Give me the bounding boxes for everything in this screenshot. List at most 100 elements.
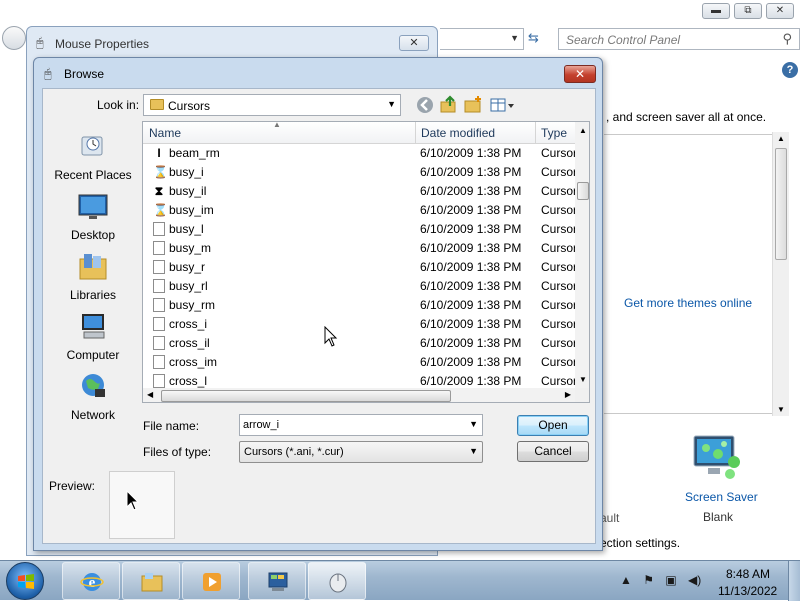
back-button[interactable] (2, 26, 26, 50)
place-recent-places[interactable]: Recent Places (47, 131, 139, 182)
screen-saver-link[interactable]: Screen Saver (685, 490, 758, 504)
file-row[interactable]: cross_i 6/10/2009 1:38 PM Cursor (143, 315, 575, 334)
scroll-up-icon[interactable]: ▲ (579, 126, 587, 135)
scroll-left-icon[interactable]: ◀ (147, 390, 153, 399)
place-network[interactable]: Network (47, 371, 139, 422)
file-name-input[interactable] (240, 415, 466, 435)
chevron-down-icon[interactable]: ▼ (469, 446, 478, 456)
place-libraries[interactable]: Libraries (47, 251, 139, 302)
file-name: cross_i (169, 317, 208, 331)
column-divider[interactable] (535, 122, 536, 144)
mouse-properties-close-button[interactable]: ✕ (399, 35, 429, 51)
taskbar-media-player[interactable] (182, 562, 240, 600)
minimize-button[interactable]: ▬ (702, 3, 730, 19)
file-name: busy_rl (169, 279, 208, 293)
mouse-icon: 🖰 (44, 66, 52, 81)
look-in-label: Look in: (97, 98, 140, 112)
action-center-icon[interactable]: ⚑ (643, 573, 654, 587)
chevron-down-icon[interactable]: ▼ (387, 99, 396, 109)
file-row[interactable]: ⌛ busy_i 6/10/2009 1:38 PM Cursor (143, 163, 575, 182)
files-of-type-select[interactable]: Cursors (*.ani, *.cur) ▼ (239, 441, 483, 463)
file-row[interactable]: Ibeam_rm 6/10/2009 1:38 PM Cursor (143, 144, 575, 163)
file-row[interactable]: busy_rm 6/10/2009 1:38 PM Cursor (143, 296, 575, 315)
taskbar-internet-explorer[interactable]: e (62, 562, 120, 600)
address-bar[interactable]: ▼ (440, 28, 524, 50)
taskbar-control-panel[interactable] (248, 562, 306, 600)
search-input[interactable]: Search Control Panel ⚲ (558, 28, 800, 50)
folder-icon (141, 573, 163, 592)
themes-list[interactable] (604, 134, 772, 414)
scroll-up-icon[interactable]: ▲ (777, 134, 785, 143)
column-date-header[interactable]: Date modified (421, 126, 495, 140)
chevron-down-icon[interactable]: ▼ (469, 419, 478, 429)
new-folder-icon[interactable] (463, 95, 483, 115)
file-type: Cursor (541, 203, 575, 217)
file-date: 6/10/2009 1:38 PM (420, 355, 522, 369)
themes-scrollbar[interactable]: ▲ ▼ (772, 132, 789, 416)
scroll-right-icon[interactable]: ▶ (565, 390, 571, 399)
file-row[interactable]: busy_rl 6/10/2009 1:38 PM Cursor (143, 277, 575, 296)
place-computer[interactable]: Computer (47, 311, 139, 362)
file-row[interactable]: cross_l 6/10/2009 1:38 PM Cursor (143, 372, 575, 388)
back-arrow-icon[interactable] (415, 95, 435, 115)
file-icon (153, 374, 165, 388)
scroll-thumb[interactable] (577, 182, 589, 200)
file-icon (153, 279, 165, 293)
file-type: Cursor (541, 184, 575, 198)
maximize-button[interactable]: ⧉ (734, 3, 762, 19)
clock-time[interactable]: 8:48 AM (726, 567, 770, 581)
taskbar-windows-explorer[interactable] (122, 562, 180, 600)
place-desktop[interactable]: Desktop (47, 191, 139, 242)
place-label: Libraries (69, 288, 117, 302)
file-name: cross_im (169, 355, 218, 369)
file-row[interactable]: cross_im 6/10/2009 1:38 PM Cursor (143, 353, 575, 372)
partial-label-settings: ection settings. (600, 536, 681, 550)
chevron-down-icon[interactable]: ▼ (510, 33, 519, 43)
file-type: Cursor (541, 355, 575, 369)
scroll-thumb[interactable] (161, 390, 451, 402)
show-desktop-button[interactable] (788, 561, 800, 601)
column-divider[interactable] (415, 122, 416, 144)
file-date: 6/10/2009 1:38 PM (420, 241, 522, 255)
get-more-themes-link[interactable]: Get more themes online (624, 296, 752, 310)
taskbar-mouse-properties[interactable] (308, 562, 366, 600)
search-icon[interactable]: ⚲ (782, 31, 792, 47)
file-icon (153, 317, 165, 331)
volume-icon[interactable]: ◀) (688, 573, 701, 587)
clock-date[interactable]: 11/13/2022 (718, 584, 777, 598)
look-in-dropdown[interactable]: Cursors ▼ (143, 94, 401, 116)
file-row[interactable]: ⌛ busy_im 6/10/2009 1:38 PM Cursor (143, 201, 575, 220)
column-type-header[interactable]: Type (541, 126, 567, 140)
show-hidden-icons-icon[interactable]: ▲ (620, 573, 632, 587)
browse-close-button[interactable]: ✕ (564, 65, 596, 83)
close-button[interactable]: ✕ (766, 3, 794, 19)
screen-saver-icon[interactable] (690, 434, 742, 482)
file-row[interactable]: busy_r 6/10/2009 1:38 PM Cursor (143, 258, 575, 277)
file-row[interactable]: busy_l 6/10/2009 1:38 PM Cursor (143, 220, 575, 239)
browse-title: Browse (64, 67, 105, 81)
file-row[interactable]: busy_m 6/10/2009 1:38 PM Cursor (143, 239, 575, 258)
place-label: Recent Places (54, 168, 132, 182)
help-icon[interactable]: ? (782, 62, 798, 78)
file-name-combobox[interactable]: ▼ (239, 414, 483, 436)
open-button[interactable]: Open (517, 415, 589, 436)
file-icon (153, 260, 165, 274)
scroll-down-icon[interactable]: ▼ (777, 405, 785, 414)
file-list-vertical-scrollbar[interactable]: ▲ ▼ (575, 122, 589, 388)
up-folder-icon[interactable] (439, 95, 459, 115)
file-list-horizontal-scrollbar[interactable]: ◀ ▶ (143, 388, 575, 402)
file-row[interactable]: ⧗ busy_il 6/10/2009 1:38 PM Cursor (143, 182, 575, 201)
start-button[interactable] (6, 562, 44, 600)
view-menu-icon[interactable] (489, 95, 515, 115)
file-row[interactable]: cross_il 6/10/2009 1:38 PM Cursor (143, 334, 575, 353)
cancel-button[interactable]: Cancel (517, 441, 589, 462)
scroll-thumb[interactable] (775, 148, 787, 260)
file-type: Cursor (541, 260, 575, 274)
network-tray-icon[interactable]: ▣ (665, 573, 676, 587)
file-list[interactable]: ▲ Name Date modified Type Ibeam_rm 6/10/2… (142, 121, 590, 403)
column-name-header[interactable]: Name (149, 126, 181, 140)
scroll-down-icon[interactable]: ▼ (579, 375, 587, 384)
refresh-icon[interactable]: ⇆ (528, 30, 539, 46)
file-icon (153, 336, 165, 350)
internet-explorer-icon: e (80, 573, 104, 591)
